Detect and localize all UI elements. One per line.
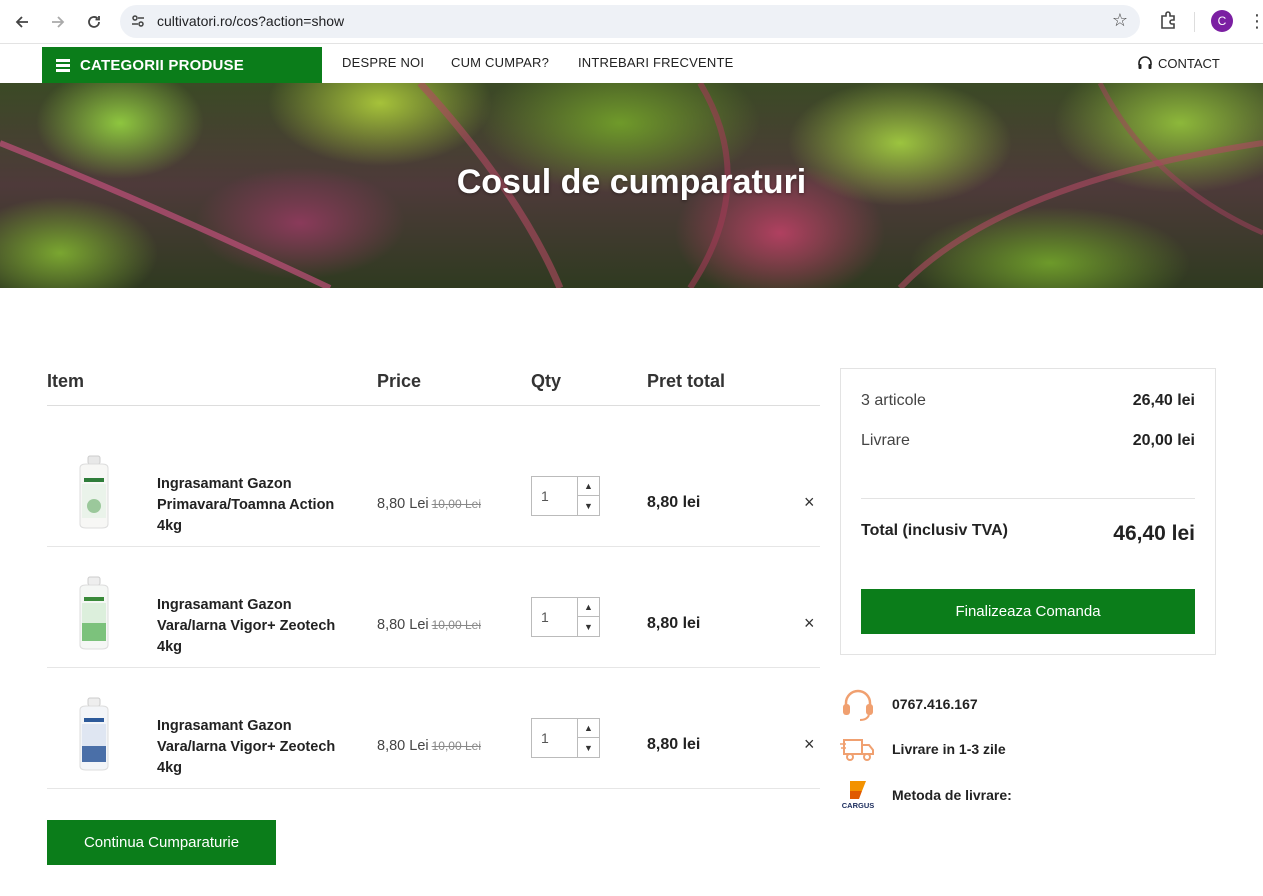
extensions-icon[interactable] [1157,10,1179,32]
delivery-time: Livrare in 1-3 zile [892,741,1006,757]
chevron-up-icon[interactable]: ▲ [578,477,599,496]
courier-logo-text: CARGUS [842,801,875,810]
old-price: 10,00 Lei [431,497,481,511]
headset-icon [1138,56,1152,69]
cart-row: Ingrasamant Gazon Vara/Iarna Vigor+ Zeot… [47,668,820,789]
quantity-stepper[interactable]: 1 ▲ ▼ [531,476,600,516]
quantity-value[interactable]: 1 [541,488,549,504]
quantity-stepper[interactable]: 1 ▲ ▼ [531,597,600,637]
cart-table-header: Item Price Qty Pret total [47,360,820,406]
quantity-spinner: ▲ ▼ [577,598,599,636]
quantity-stepper[interactable]: 1 ▲ ▼ [531,718,600,758]
site-settings-icon[interactable] [130,13,146,29]
cart-row: Ingrasamant Gazon Vara/Iarna Vigor+ Zeot… [47,547,820,668]
header-total: Pret total [647,371,726,391]
remove-item-icon[interactable]: × [804,492,815,513]
delivery-truck-icon [840,731,876,767]
categories-label: CATEGORII PRODUSE [80,56,244,74]
current-price: 8,80 Lei [377,617,429,633]
order-summary: 3 articole 26,40 lei Livrare 20,00 lei T… [840,368,1216,655]
browser-toolbar: cultivatori.ro/cos?action=show ☆ C ⋮ [0,0,1263,44]
shipping-method-info: CARGUS Metoda de livrare: [840,777,1012,813]
row-total: 8,80 lei [647,615,701,632]
chevron-up-icon[interactable]: ▲ [578,719,599,738]
header-item: Item [47,371,85,391]
product-image [79,455,109,529]
cart-row: Ingrasamant Gazon Primavara/Toamna Actio… [47,426,820,547]
page-title: Cosul de cumparaturi [456,163,807,201]
bookmark-star-icon[interactable]: ☆ [1112,10,1128,31]
cargus-logo: CARGUS [840,777,876,813]
continue-shopping-button[interactable]: Continua Cumparaturie [47,820,276,865]
shipping-cost: 20,00 lei [1132,432,1195,449]
items-subtotal: 26,40 lei [1132,392,1195,409]
product-name[interactable]: Ingrasamant Gazon Vara/Iarna Vigor+ Zeot… [157,716,357,779]
remove-item-icon[interactable]: × [804,613,815,634]
summary-divider [861,498,1195,499]
toolbar-divider [1194,12,1195,32]
product-image [79,576,109,650]
chevron-down-icon[interactable]: ▼ [578,496,599,515]
hero-banner: Cosul de cumparaturi [0,83,1263,288]
nav-link-cum-cumpar[interactable]: CUM CUMPAR? [451,55,549,70]
remove-item-icon[interactable]: × [804,734,815,755]
row-total: 8,80 lei [647,494,701,511]
unit-price: 8,80 Lei 10,00 Lei [377,738,481,754]
menu-hamburger-icon [56,59,70,72]
nav-link-despre-noi[interactable]: DESPRE NOI [342,55,424,70]
product-name[interactable]: Ingrasamant Gazon Vara/Iarna Vigor+ Zeot… [157,595,357,658]
row-total: 8,80 lei [647,736,701,753]
quantity-spinner: ▲ ▼ [577,477,599,515]
categories-button[interactable]: CATEGORII PRODUSE [42,47,322,83]
browser-menu-icon[interactable]: ⋮ [1248,9,1263,33]
delivery-info: Livrare in 1-3 zile [840,731,1006,767]
shipping-label: Livrare [861,432,910,449]
header-qty: Qty [531,371,562,391]
delivery-method-label: Metoda de livrare: [892,787,1012,803]
finalize-order-button[interactable]: Finalizeaza Comanda [861,589,1195,634]
chevron-down-icon[interactable]: ▼ [578,617,599,636]
items-count-label: 3 articole [861,392,926,409]
product-name[interactable]: Ingrasamant Gazon Primavara/Toamna Actio… [157,474,357,537]
phone-info: 0767.416.167 [840,686,978,722]
quantity-value[interactable]: 1 [541,609,549,625]
quantity-value[interactable]: 1 [541,730,549,746]
old-price: 10,00 Lei [431,739,481,753]
phone-number[interactable]: 0767.416.167 [892,696,978,712]
chevron-up-icon[interactable]: ▲ [578,598,599,617]
header-price: Price [377,371,422,391]
forward-icon[interactable] [46,10,70,34]
old-price: 10,00 Lei [431,618,481,632]
back-icon[interactable] [10,10,34,34]
product-image [79,697,109,771]
current-price: 8,80 Lei [377,738,429,754]
site-navbar: CATEGORII PRODUSE DESPRE NOI CUM CUMPAR?… [0,44,1263,83]
headset-icon [840,686,876,722]
unit-price: 8,80 Lei 10,00 Lei [377,617,481,633]
quantity-spinner: ▲ ▼ [577,719,599,757]
nav-link-intrebari[interactable]: INTREBARI FRECVENTE [578,55,733,70]
chevron-down-icon[interactable]: ▼ [578,738,599,757]
total-label: Total (inclusiv TVA) [861,522,1008,539]
contact-label: CONTACT [1158,55,1220,71]
address-bar[interactable]: cultivatori.ro/cos?action=show ☆ [120,5,1140,38]
current-price: 8,80 Lei [377,496,429,512]
unit-price: 8,80 Lei 10,00 Lei [377,496,481,512]
profile-avatar[interactable]: C [1211,10,1233,32]
reload-icon[interactable] [82,10,106,34]
url-text[interactable]: cultivatori.ro/cos?action=show [157,13,344,29]
contact-link[interactable]: CONTACT [1137,55,1220,71]
total-value: 46,40 lei [1113,522,1195,545]
